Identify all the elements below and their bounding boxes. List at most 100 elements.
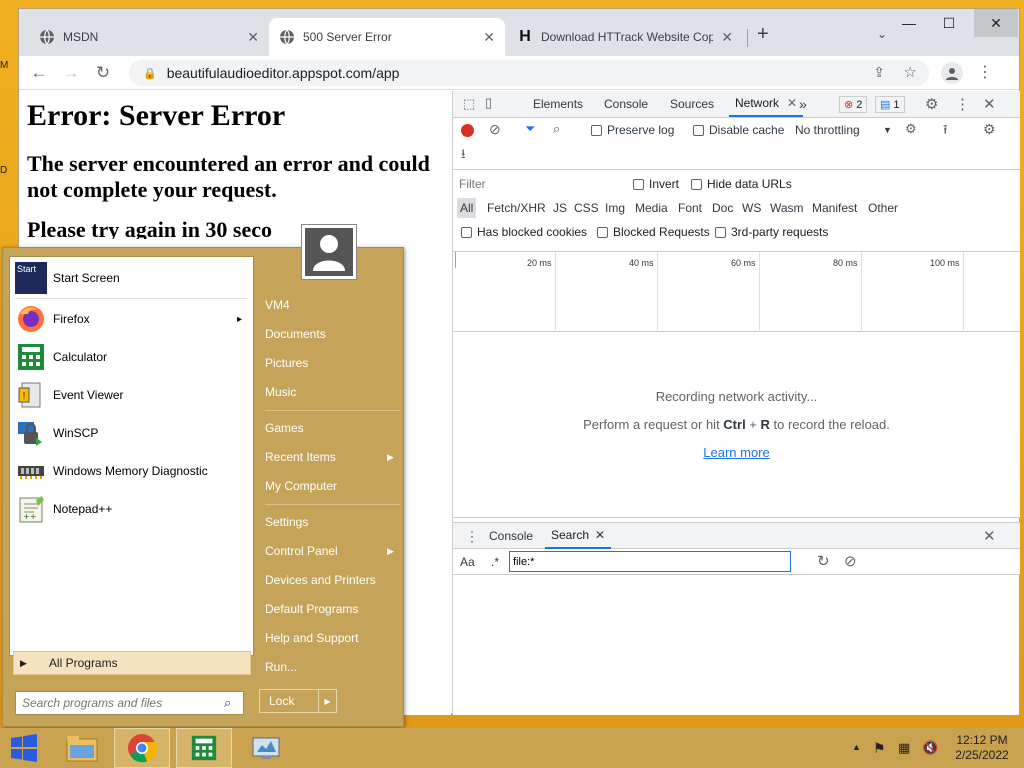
devtools-tab-sources[interactable]: Sources [670,91,714,117]
start-link-games[interactable]: Games [265,417,400,439]
close-tab-icon[interactable]: ✕ [787,96,797,110]
drawer-menu-icon[interactable]: ⋮ [465,528,479,545]
close-window-icon[interactable]: ✕ [974,9,1018,37]
third-party-checkbox[interactable]: 3rd-party requests [715,225,828,239]
more-tabs-icon[interactable]: » [799,91,807,117]
type-img[interactable]: Img [605,198,625,218]
regex-icon[interactable]: .* [491,555,499,569]
user-avatar[interactable] [301,224,357,280]
devtools-menu-icon[interactable]: ⋮ [955,95,970,113]
filter-input[interactable] [457,175,621,193]
browser-menu-icon[interactable]: ⋮ [977,62,993,82]
taskbar-calculator[interactable] [176,728,232,768]
start-search-input[interactable] [16,692,216,714]
lock-button[interactable]: Lock ▶ [259,689,337,713]
clear-icon[interactable]: ⊘ [489,121,501,138]
maximize-icon[interactable]: ☐ [927,9,971,37]
start-link-control-panel[interactable]: Control Panel ▶ [265,540,400,562]
network-settings-gear-icon[interactable]: ⚙ [983,121,996,138]
error-count-badge[interactable]: ⊗ 2 [839,96,868,113]
export-har-icon[interactable]: ⭳ [461,145,466,167]
program-notepadpp[interactable]: ++ Notepad++ [15,491,250,527]
program-firefox[interactable]: Firefox ▸ [15,301,250,337]
program-memory-diagnostic[interactable]: Windows Memory Diagnostic [15,453,250,489]
filter-funnel-icon[interactable]: ⏷ [525,121,535,137]
type-doc[interactable]: Doc [712,198,733,218]
taskbar-control-panel[interactable] [238,728,294,768]
throttling-select[interactable]: No throttling ▼ [795,123,892,137]
forward-icon[interactable]: → [57,60,85,86]
taskbar-chrome[interactable] [114,728,170,768]
type-all[interactable]: All [457,198,477,218]
start-link-documents[interactable]: Documents [265,323,400,345]
search-icon[interactable]: ⌕ [224,695,231,711]
tab-httrack[interactable]: H Download HTTrack Website Copi ✕ [507,18,743,56]
type-media[interactable]: Media [635,198,668,218]
type-ws[interactable]: WS [742,198,761,218]
devtools-tab-elements[interactable]: Elements [533,91,583,117]
reload-icon[interactable]: ↻ [89,60,117,86]
start-link-music[interactable]: Music [265,381,400,403]
tab-search-chevron-icon[interactable]: ⌄ [877,27,887,41]
start-link-run[interactable]: Run... [265,656,400,678]
drawer-tab-console[interactable]: Console [489,523,533,549]
minimize-icon[interactable]: — [887,9,931,37]
type-css[interactable]: CSS [574,198,599,218]
volume-muted-icon[interactable]: 🔇 [922,740,938,756]
address-bar[interactable]: 🔒 beautifulaudioeditor.appspot.com/app ⇪… [129,60,929,86]
start-link-my-computer[interactable]: My Computer [265,475,400,497]
start-button[interactable] [0,728,48,768]
search-icon[interactable]: ⌕ [553,121,560,137]
hide-data-urls-checkbox[interactable]: Hide data URLs [691,177,792,191]
match-case-icon[interactable]: Aa [460,555,475,569]
network-icon[interactable]: ▦ [898,740,910,756]
type-other[interactable]: Other [868,198,898,218]
learn-more-link[interactable]: Learn more [703,445,769,460]
record-icon[interactable] [461,124,474,137]
close-tab-icon[interactable]: ✕ [595,528,605,542]
blocked-requests-checkbox[interactable]: Blocked Requests [597,225,710,239]
start-link-help-support[interactable]: Help and Support [265,627,400,649]
program-winscp[interactable]: WinSCP [15,415,250,451]
devtools-tab-console[interactable]: Console [604,91,648,117]
type-wasm[interactable]: Wasm [770,198,804,218]
clock[interactable]: 12:12 PM 2/25/2022 [948,733,1016,763]
message-count-badge[interactable]: ▤ 1 [875,96,905,113]
program-calculator[interactable]: Calculator [15,339,250,375]
device-toolbar-icon[interactable]: ▯ [485,95,492,111]
start-link-recent-items[interactable]: Recent Items ▶ [265,446,400,468]
type-manifest[interactable]: Manifest [812,198,857,218]
back-icon[interactable]: ← [25,60,53,86]
drawer-tab-search[interactable]: Search ✕ [545,523,612,549]
settings-gear-icon[interactable]: ⚙ [925,95,938,113]
invert-checkbox[interactable]: Invert [633,177,679,191]
close-tab-icon[interactable]: ✕ [721,29,733,46]
blocked-cookies-checkbox[interactable]: Has blocked cookies [461,225,587,239]
clear-search-icon[interactable]: ⊘ [844,552,857,570]
new-tab-icon[interactable]: + [757,23,769,46]
type-font[interactable]: Font [678,198,702,218]
program-event-viewer[interactable]: ! Event Viewer [15,377,250,413]
bookmark-star-icon[interactable]: ☆ [904,63,917,81]
start-link-devices-printers[interactable]: Devices and Printers [265,569,400,591]
type-js[interactable]: JS [553,198,567,218]
taskbar-file-explorer[interactable] [54,728,110,768]
refresh-search-icon[interactable]: ↻ [817,552,830,570]
close-tab-icon[interactable]: ✕ [247,29,259,46]
devtools-tab-network[interactable]: Network ✕ [729,91,804,117]
tab-msdn[interactable]: MSDN ✕ [29,18,269,56]
close-devtools-icon[interactable]: ✕ [983,95,996,113]
start-link-pictures[interactable]: Pictures [265,352,400,374]
close-drawer-icon[interactable]: ✕ [983,527,996,545]
all-programs-button[interactable]: ▶ All Programs [13,651,251,675]
share-icon[interactable]: ⇪ [873,64,885,81]
start-search-box[interactable]: ⌕ [15,691,244,715]
disable-cache-checkbox[interactable]: Disable cache [693,123,784,137]
network-conditions-icon[interactable]: ⚙ [905,121,917,137]
action-center-flag-icon[interactable]: ⚑ [873,740,886,757]
tab-500-server-error[interactable]: 500 Server Error ✕ [269,18,505,56]
preserve-log-checkbox[interactable]: Preserve log [591,123,674,137]
close-tab-icon[interactable]: ✕ [483,29,495,46]
start-link-default-programs[interactable]: Default Programs [265,598,400,620]
power-options-arrow-icon[interactable]: ▶ [318,690,336,712]
